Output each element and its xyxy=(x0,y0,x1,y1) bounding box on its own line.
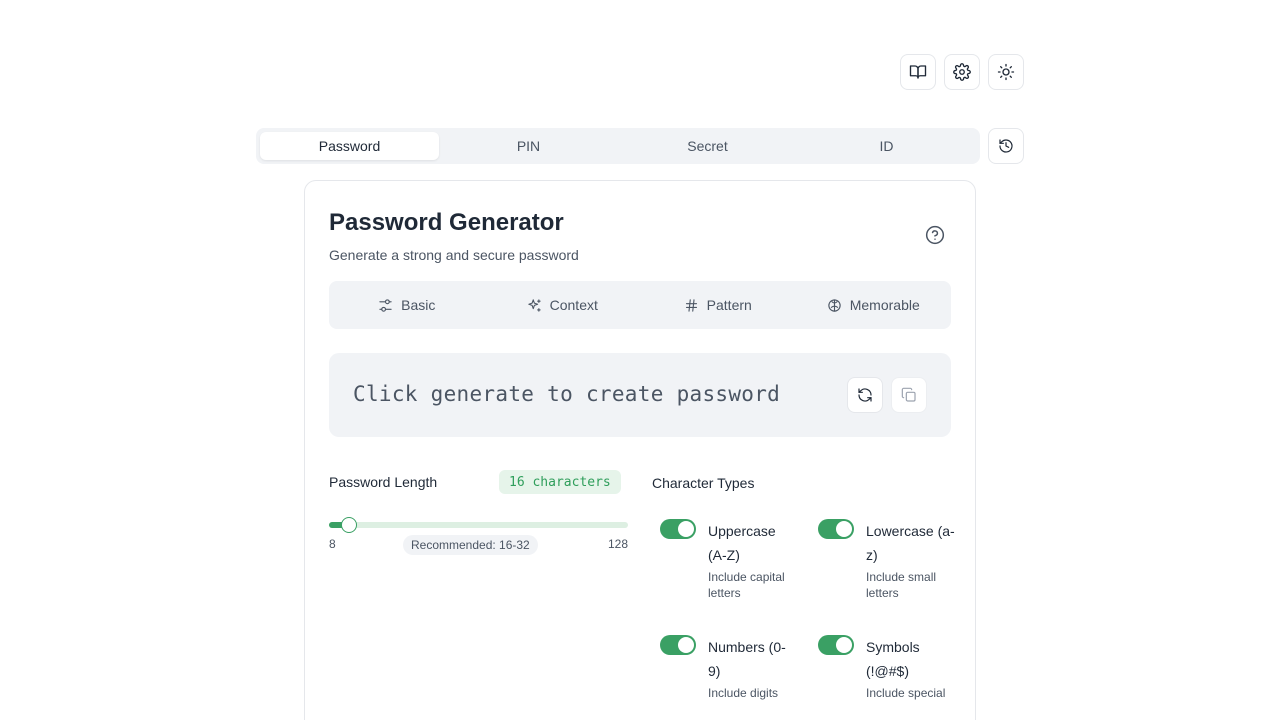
theme-toggle-button[interactable] xyxy=(988,54,1024,90)
mode-tab-label: Basic xyxy=(401,297,436,313)
character-types-title: Character Types xyxy=(652,475,755,491)
book-open-icon xyxy=(909,65,927,79)
tab-id[interactable]: ID xyxy=(797,132,976,160)
copy-button[interactable] xyxy=(891,377,927,413)
sliders-icon xyxy=(379,298,392,312)
mode-tab-memorable[interactable]: Memorable xyxy=(796,297,952,313)
password-placeholder: Click generate to create password xyxy=(353,382,781,406)
numbers-toggle[interactable] xyxy=(660,635,696,655)
length-label: Password Length xyxy=(329,474,438,490)
mode-tab-label: Context xyxy=(549,297,598,313)
password-output: Click generate to create password xyxy=(329,353,951,437)
copy-icon xyxy=(901,387,916,402)
regenerate-button[interactable] xyxy=(847,377,883,413)
gear-icon xyxy=(953,63,971,81)
card-title: Password Generator xyxy=(329,209,564,236)
top-toolbar xyxy=(900,54,1024,90)
length-min: 8 xyxy=(329,537,336,551)
card-subtitle: Generate a strong and secure password xyxy=(329,247,579,263)
sun-icon xyxy=(997,63,1015,81)
length-recommended: Recommended: 16-32 xyxy=(403,535,538,555)
toggle-knob xyxy=(678,521,694,537)
toggle-knob xyxy=(836,521,852,537)
symbols-toggle[interactable] xyxy=(818,635,854,655)
tab-secret[interactable]: Secret xyxy=(618,132,797,160)
mode-tab-label: Pattern xyxy=(706,297,752,313)
history-icon xyxy=(999,139,1013,153)
char-type-desc: Include capital letters xyxy=(708,570,785,600)
char-type-desc: Include special xyxy=(866,686,946,700)
char-type-name: Symbols (!@#$) xyxy=(866,639,920,679)
mode-tabs: Basic Context Pattern Memorable xyxy=(329,281,951,329)
history-button[interactable] xyxy=(988,128,1024,164)
toggle-knob xyxy=(678,637,694,653)
hash-icon xyxy=(685,298,697,312)
tab-pin[interactable]: PIN xyxy=(439,132,618,160)
brain-icon xyxy=(828,298,841,312)
lowercase-toggle[interactable] xyxy=(818,519,854,539)
slider-thumb[interactable] xyxy=(340,517,357,533)
refresh-icon xyxy=(858,388,872,402)
uppercase-toggle[interactable] xyxy=(660,519,696,539)
mode-tab-pattern[interactable]: Pattern xyxy=(640,297,796,313)
char-type-desc: Include digits xyxy=(708,686,779,700)
mode-tab-context[interactable]: Context xyxy=(485,297,641,313)
char-type-desc: Include small letters xyxy=(866,570,937,600)
length-slider[interactable] xyxy=(329,517,628,533)
docs-button[interactable] xyxy=(900,54,936,90)
tab-password[interactable]: Password xyxy=(260,132,439,160)
length-max: 128 xyxy=(608,537,629,551)
generator-type-tabs: Password PIN Secret ID xyxy=(256,128,980,164)
char-type-name: Uppercase (A-Z) xyxy=(708,523,776,563)
help-circle-icon xyxy=(925,225,945,245)
help-button[interactable] xyxy=(925,225,945,245)
password-generator-card: Password Generator Generate a strong and… xyxy=(304,180,976,720)
mode-tab-basic[interactable]: Basic xyxy=(329,297,485,313)
char-type-name: Numbers (0-9) xyxy=(708,639,786,679)
char-type-name: Lowercase (a-z) xyxy=(866,523,955,563)
settings-button[interactable] xyxy=(944,54,980,90)
toggle-knob xyxy=(836,637,852,653)
sparkles-icon xyxy=(527,298,541,312)
password-actions xyxy=(847,377,927,413)
length-badge: 16 characters xyxy=(499,470,621,494)
mode-tab-label: Memorable xyxy=(849,297,920,313)
